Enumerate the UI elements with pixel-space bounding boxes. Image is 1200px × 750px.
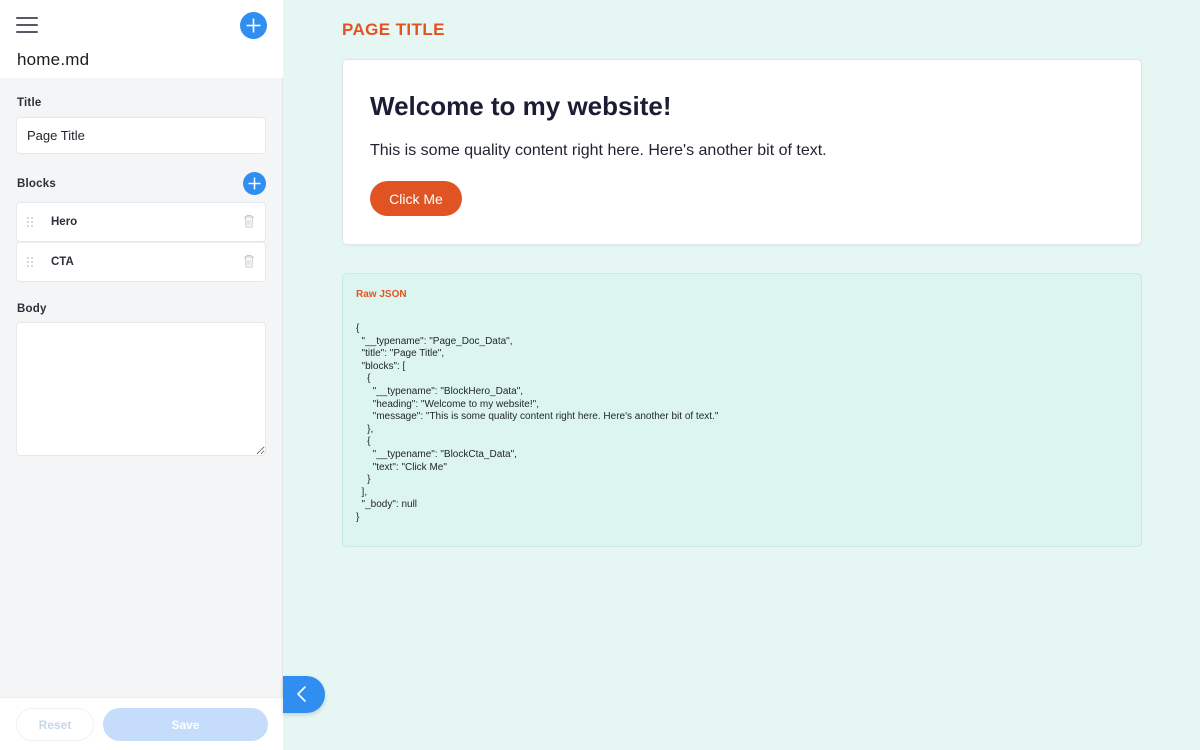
hero-message: This is some quality content right here.… [370,142,827,159]
blocks-field-label: Blocks [17,178,56,190]
sidebar-header: home.md [0,0,283,78]
collapse-sidebar-button[interactable] [283,676,325,713]
raw-json-panel: Raw JSON { "__typename": "Page_Doc_Data"… [342,273,1142,547]
document-filename: home.md [17,50,90,69]
page-title: PAGE TITLE [342,20,445,39]
reset-button[interactable]: Reset [16,708,94,741]
hero-heading: Welcome to my website! [370,91,672,121]
chevron-left-icon [297,686,306,702]
title-field-label: Title [17,97,42,109]
block-item-label: Hero [51,216,78,228]
save-button[interactable]: Save [103,708,268,741]
raw-json-content: { "__typename": "Page_Doc_Data", "title"… [356,323,719,523]
body-textarea[interactable] [16,322,266,456]
hamburger-menu-icon[interactable] [16,16,38,34]
plus-icon [246,18,261,33]
drag-handle-icon[interactable] [27,257,35,269]
raw-json-label: Raw JSON [356,289,407,300]
block-item-hero[interactable]: Hero [16,202,266,242]
trash-icon[interactable] [243,254,255,268]
add-document-button[interactable] [240,12,267,39]
trash-icon[interactable] [243,214,255,228]
title-input[interactable] [16,117,266,154]
hero-block: Welcome to my website! This is some qual… [342,59,1142,245]
block-list: Hero CTA [16,202,266,282]
block-item-cta[interactable]: CTA [16,242,266,282]
sidebar-footer: Reset Save [0,697,283,750]
cta-button[interactable]: Click Me [370,181,462,216]
add-block-button[interactable] [243,172,266,195]
block-item-label: CTA [51,256,74,268]
body-field-label: Body [17,303,47,315]
plus-icon [248,177,261,190]
drag-handle-icon[interactable] [27,217,35,229]
sidebar: home.md Title Blocks Hero [0,0,283,750]
